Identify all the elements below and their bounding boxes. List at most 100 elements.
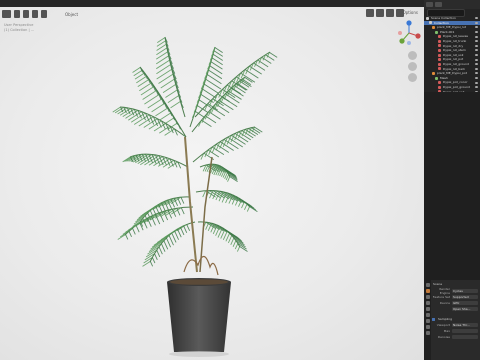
property-label: Device bbox=[439, 301, 450, 305]
leaflet bbox=[156, 68, 173, 80]
leaflet bbox=[154, 253, 158, 261]
leaflet bbox=[180, 227, 185, 236]
leaflet bbox=[174, 230, 180, 240]
leaflet bbox=[144, 93, 160, 105]
leaflet bbox=[208, 69, 223, 80]
property-label: Max bbox=[443, 329, 450, 333]
render-tab-icon[interactable] bbox=[425, 289, 430, 293]
viewport-samples-field[interactable]: Noise Thr... bbox=[452, 323, 478, 327]
stem bbox=[184, 136, 198, 273]
material-icon bbox=[438, 58, 441, 62]
leaflet bbox=[167, 122, 178, 130]
leaflet bbox=[233, 85, 246, 94]
filter-icon[interactable] bbox=[435, 2, 442, 7]
leaflet bbox=[177, 228, 182, 238]
visibility-icon[interactable] bbox=[475, 35, 478, 38]
material-icon bbox=[438, 39, 441, 43]
leaflet bbox=[161, 98, 168, 109]
leaflet bbox=[117, 234, 126, 240]
max-samples-field[interactable] bbox=[452, 329, 478, 333]
collection-icon bbox=[426, 16, 429, 20]
leaflet bbox=[225, 233, 230, 242]
visibility-icon[interactable] bbox=[475, 72, 478, 75]
material-icon bbox=[438, 67, 441, 71]
visibility-icon[interactable] bbox=[475, 44, 478, 47]
visibility-icon[interactable] bbox=[475, 40, 478, 43]
world-tab-icon[interactable] bbox=[425, 313, 430, 317]
visibility-icon[interactable] bbox=[475, 17, 478, 20]
modifier-tab-icon[interactable] bbox=[425, 325, 430, 329]
visibility-icon[interactable] bbox=[475, 77, 478, 80]
mesh-icon bbox=[435, 30, 438, 34]
leaflet bbox=[158, 73, 174, 84]
leaflet bbox=[186, 224, 191, 232]
leaflet bbox=[202, 190, 207, 198]
leaflet bbox=[155, 107, 169, 117]
leaflet bbox=[234, 243, 239, 250]
object-icon bbox=[432, 25, 435, 29]
visibility-icon[interactable] bbox=[475, 54, 478, 57]
outliner-search-row bbox=[424, 8, 480, 17]
pot bbox=[167, 282, 231, 352]
leaflet bbox=[230, 237, 235, 245]
leaflet bbox=[128, 111, 142, 121]
visibility-icon[interactable] bbox=[475, 31, 478, 34]
view-layer-tab-icon[interactable] bbox=[425, 301, 430, 305]
leaflet bbox=[159, 112, 172, 121]
top-bar bbox=[0, 0, 480, 7]
leaflet bbox=[227, 176, 231, 182]
render-engine-dropdown[interactable]: Cycles bbox=[452, 289, 478, 293]
leaflet bbox=[167, 95, 180, 103]
leaflet bbox=[205, 222, 210, 230]
leaflet bbox=[151, 257, 156, 264]
visibility-icon[interactable] bbox=[475, 86, 478, 89]
outliner-tree: Scene Collection Collection plant_ME_Dypsi… bbox=[424, 16, 480, 94]
property-label: Viewport bbox=[436, 323, 450, 327]
leaflet bbox=[218, 99, 234, 111]
leaflet bbox=[112, 106, 121, 113]
3d-viewport[interactable]: Object Options User Perspective (1) Coll… bbox=[0, 7, 424, 360]
leaflet bbox=[163, 240, 169, 250]
leaflet bbox=[265, 54, 275, 61]
outliner-empty-space bbox=[424, 92, 480, 280]
right-panel: Scene Collection Collection plant_ME_Dypsi… bbox=[424, 0, 480, 360]
leaflet bbox=[206, 74, 222, 85]
leaflet bbox=[227, 90, 242, 100]
leaflet bbox=[232, 240, 237, 248]
leaflet bbox=[241, 201, 245, 209]
output-tab-icon[interactable] bbox=[425, 295, 430, 299]
open-shading-checkbox[interactable]: Open Sha... bbox=[452, 307, 478, 311]
leaflet bbox=[122, 227, 133, 235]
mesh-icon bbox=[435, 76, 438, 80]
properties-body: Scene Render Engine Cycles Feature Set S… bbox=[432, 280, 480, 360]
material-icon bbox=[438, 53, 441, 57]
leaflet bbox=[254, 126, 263, 133]
visibility-icon[interactable] bbox=[475, 81, 478, 84]
leaflet bbox=[208, 111, 221, 120]
leaflet bbox=[156, 59, 170, 70]
property-label: Denoise bbox=[437, 335, 450, 339]
outliner-editor-icon[interactable] bbox=[426, 2, 433, 7]
material-icon bbox=[438, 62, 441, 66]
properties-tabs bbox=[424, 280, 431, 360]
scene-tab-icon[interactable] bbox=[425, 307, 430, 311]
visibility-icon[interactable] bbox=[475, 21, 478, 24]
tool-tab-icon[interactable] bbox=[425, 283, 430, 287]
denoise-field[interactable] bbox=[452, 335, 478, 339]
material-icon bbox=[438, 85, 441, 89]
object-icon bbox=[432, 71, 435, 75]
leaflet bbox=[236, 246, 241, 252]
feature-set-dropdown[interactable]: Supported bbox=[452, 295, 478, 299]
visibility-icon[interactable] bbox=[475, 67, 478, 70]
visibility-icon[interactable] bbox=[475, 63, 478, 66]
leaflet bbox=[180, 207, 185, 215]
object-tab-icon[interactable] bbox=[425, 319, 430, 323]
device-dropdown[interactable]: GPU bbox=[452, 301, 478, 305]
visibility-icon[interactable] bbox=[475, 58, 478, 61]
material-tab-icon[interactable] bbox=[425, 331, 430, 335]
section-title: Sampling bbox=[438, 317, 453, 321]
leaflet bbox=[142, 89, 158, 100]
leaflet bbox=[135, 225, 140, 233]
visibility-icon[interactable] bbox=[475, 49, 478, 52]
visibility-icon[interactable] bbox=[475, 26, 478, 29]
